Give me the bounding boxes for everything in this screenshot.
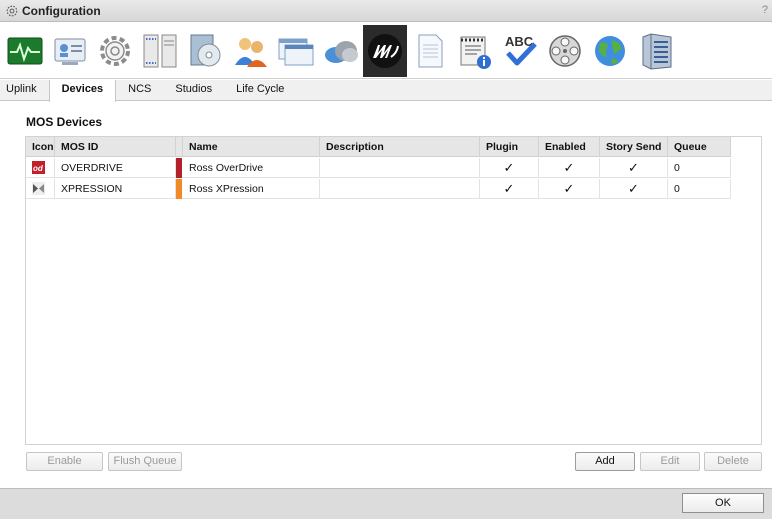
story-send-check: ✓ bbox=[600, 179, 668, 199]
toolbar-window-button[interactable] bbox=[273, 25, 317, 77]
spellcheck-icon: ABC bbox=[505, 34, 537, 65]
svg-text:od: od bbox=[33, 164, 44, 173]
help-button[interactable]: ? bbox=[762, 4, 768, 16]
tab-devices[interactable]: Devices bbox=[48, 80, 117, 102]
toolbar: ABC bbox=[0, 23, 772, 79]
toolbar-users-button[interactable] bbox=[228, 25, 272, 77]
description-cell bbox=[320, 158, 480, 178]
header-color bbox=[176, 137, 183, 157]
plugin-check: ✓ bbox=[480, 158, 539, 178]
mos-id-cell: XPRESSION bbox=[55, 179, 176, 199]
toolbar-server-button[interactable] bbox=[138, 25, 182, 77]
header-enabled[interactable]: Enabled bbox=[539, 137, 600, 157]
name-cell: Ross XPression bbox=[183, 179, 320, 199]
toolbar-cloud-button[interactable] bbox=[318, 25, 362, 77]
notepad-info-icon bbox=[460, 36, 491, 69]
toolbar-storage-button[interactable] bbox=[633, 25, 677, 77]
toolbar-film-button[interactable] bbox=[543, 25, 587, 77]
edit-button[interactable]: Edit bbox=[640, 452, 700, 471]
enabled-check: ✓ bbox=[539, 179, 600, 199]
id-card-icon bbox=[54, 38, 86, 65]
storage-icon bbox=[642, 32, 672, 70]
gear-icon bbox=[6, 5, 18, 16]
header-story-send[interactable]: Story Send bbox=[600, 137, 668, 157]
table-header: Icon MOS ID Name Description Plugin Enab… bbox=[26, 137, 731, 157]
tab-studios[interactable]: Studios bbox=[163, 80, 224, 101]
overdrive-icon: od bbox=[32, 161, 45, 174]
section-title: MOS Devices bbox=[26, 115, 103, 129]
story-send-check: ✓ bbox=[600, 158, 668, 178]
plugin-check: ✓ bbox=[480, 179, 539, 199]
row-icon-cell: od bbox=[26, 158, 55, 178]
film-reel-icon bbox=[549, 34, 581, 67]
header-name[interactable]: Name bbox=[183, 137, 320, 157]
toolbar-document-button[interactable] bbox=[408, 25, 452, 77]
toolbar-settings-button[interactable] bbox=[93, 25, 137, 77]
header-icon[interactable]: Icon bbox=[26, 137, 55, 157]
toolbar-monitor-button[interactable] bbox=[3, 25, 47, 77]
enable-button[interactable]: Enable bbox=[26, 452, 103, 471]
device-color-bar bbox=[176, 179, 182, 199]
header-queue[interactable]: Queue bbox=[668, 137, 731, 157]
disc-icon bbox=[190, 34, 221, 66]
add-button[interactable]: Add bbox=[575, 452, 635, 471]
queue-cell: 0 bbox=[668, 179, 731, 199]
globe-icon bbox=[595, 35, 625, 66]
tab-ncs[interactable]: NCS bbox=[116, 80, 163, 101]
flush-queue-button[interactable]: Flush Queue bbox=[108, 452, 182, 471]
toolbar-ross-button[interactable] bbox=[363, 24, 407, 77]
description-cell bbox=[320, 179, 480, 199]
table-row[interactable]: XPRESSION Ross XPression ✓ ✓ ✓ 0 bbox=[26, 179, 731, 199]
toolbar-disc-button[interactable] bbox=[183, 25, 227, 77]
row-icon-cell bbox=[26, 179, 55, 199]
tab-uplink[interactable]: Uplink bbox=[0, 80, 49, 101]
queue-cell: 0 bbox=[668, 158, 731, 178]
toolbar-idcard-button[interactable] bbox=[48, 25, 92, 77]
ross-logo-icon bbox=[368, 33, 402, 68]
xpression-icon bbox=[32, 182, 45, 195]
document-icon bbox=[418, 34, 443, 67]
toolbar-globe-button[interactable] bbox=[588, 25, 632, 77]
server-icon bbox=[143, 34, 177, 67]
users-icon bbox=[235, 37, 267, 67]
header-mos-id[interactable]: MOS ID bbox=[55, 137, 176, 157]
window-title: Configuration bbox=[22, 3, 101, 18]
table-row[interactable]: od OVERDRIVE Ross OverDrive ✓ ✓ ✓ 0 bbox=[26, 158, 731, 178]
delete-button[interactable]: Delete bbox=[704, 452, 762, 471]
toolbar-notepad-button[interactable] bbox=[453, 25, 497, 77]
ok-button[interactable]: OK bbox=[682, 493, 764, 513]
name-cell: Ross OverDrive bbox=[183, 158, 320, 178]
window-icon bbox=[278, 38, 314, 65]
mos-id-cell: OVERDRIVE bbox=[55, 158, 176, 178]
monitor-icon bbox=[7, 37, 43, 64]
enabled-check: ✓ bbox=[539, 158, 600, 178]
gear-icon bbox=[100, 35, 130, 66]
device-color-bar bbox=[176, 158, 182, 178]
tab-bar: Uplink Devices NCS Studios Life Cycle bbox=[0, 80, 772, 102]
dialog-footer bbox=[0, 488, 772, 519]
header-description[interactable]: Description bbox=[320, 137, 480, 157]
cloud-icon bbox=[325, 40, 358, 63]
header-plugin[interactable]: Plugin bbox=[480, 137, 539, 157]
mos-devices-table: Icon MOS ID Name Description Plugin Enab… bbox=[25, 136, 762, 445]
tab-life-cycle[interactable]: Life Cycle bbox=[224, 80, 296, 101]
toolbar-spellcheck-button[interactable]: ABC bbox=[498, 25, 542, 77]
title-bar: Configuration ? bbox=[0, 0, 772, 22]
